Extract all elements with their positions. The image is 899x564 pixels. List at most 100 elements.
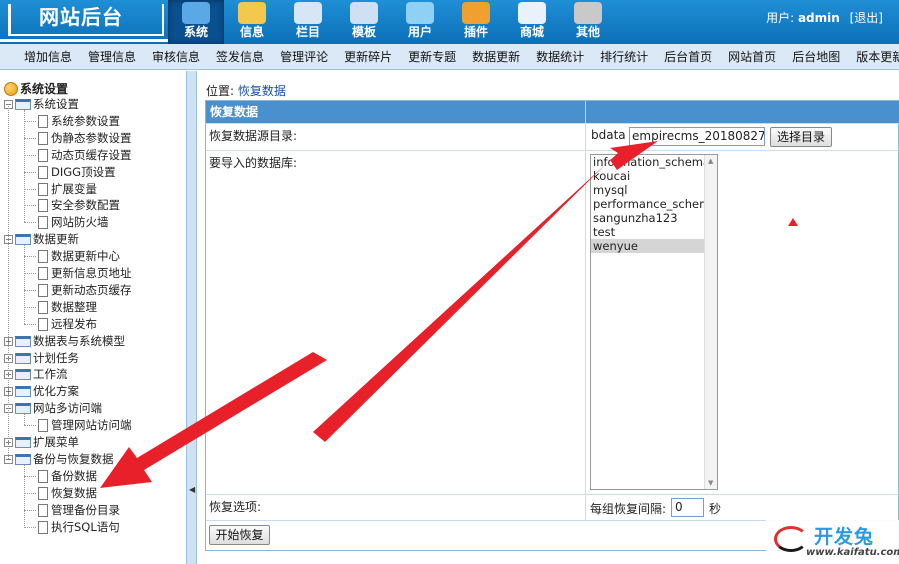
tree-node-23[interactable]: 恢复数据	[24, 485, 97, 502]
nav-tab-1[interactable]: 信息	[224, 0, 280, 44]
sidebar-splitter[interactable]: ◀	[186, 71, 197, 564]
nav-tab-6[interactable]: 商城	[504, 0, 560, 44]
tree-node-21[interactable]: − 备份与恢复数据	[4, 451, 114, 468]
tree-node-9[interactable]: 数据更新中心	[24, 248, 120, 265]
options-label: 恢复选项:	[209, 500, 262, 514]
nav-tab-2[interactable]: 栏目	[280, 0, 336, 44]
tree-node-8[interactable]: − 数据更新	[4, 231, 79, 248]
collapse-left-icon[interactable]: ◀	[189, 485, 195, 494]
tree-node-12[interactable]: 数据整理	[24, 299, 97, 316]
restore-panel: 恢复数据 恢复数据源目录: bdata / empirecms_20180827…	[205, 100, 899, 551]
watermark-title: 开发兔	[814, 526, 875, 548]
database-option[interactable]: koucai	[591, 169, 717, 183]
tree-node-label: 数据更新中心	[51, 249, 120, 264]
nav-tab-7[interactable]: 其他	[560, 0, 616, 44]
menu-item-4[interactable]: 管理评论	[274, 44, 334, 70]
tree-node-18[interactable]: − 网站多访问端	[4, 400, 102, 417]
nav-tab-label: 栏目	[295, 25, 320, 39]
user-info: 用户: admin [退出]	[766, 9, 883, 26]
database-option[interactable]: performance_schema	[591, 197, 717, 211]
nav-tab-label: 模板	[351, 25, 376, 39]
tree-connector	[24, 137, 36, 139]
tree-root[interactable]: 系统设置	[4, 80, 68, 97]
breadcrumb-link[interactable]: 恢复数据	[238, 84, 286, 98]
tree-node-7[interactable]: 网站防火墙	[24, 214, 109, 231]
menu-item-6[interactable]: 更新专题	[402, 44, 462, 70]
tree-node-label: 扩展菜单	[33, 435, 79, 449]
menu-item-11[interactable]: 网站首页	[722, 44, 782, 70]
tree-connector	[24, 222, 36, 224]
tree-node-0[interactable]: − 系统设置	[4, 96, 79, 113]
tree-node-15[interactable]: + 计划任务	[4, 350, 79, 367]
interval-input[interactable]: 0	[671, 498, 704, 517]
database-option[interactable]: wenyue	[591, 239, 717, 253]
tree-node-4[interactable]: DIGG顶设置	[24, 164, 116, 181]
tree-node-label: 数据表与系统模型	[33, 333, 125, 348]
choose-dir-button[interactable]: 选择目录	[770, 127, 832, 147]
scroll-up-icon[interactable]: ▲	[708, 157, 713, 165]
path-prefix: bdata /	[591, 128, 634, 142]
tree-connector	[24, 120, 36, 122]
menu-item-1[interactable]: 管理信息	[82, 44, 142, 70]
tree-connector	[24, 526, 36, 528]
menu-item-0[interactable]: 增加信息	[18, 44, 78, 70]
database-option[interactable]: sangunzha123	[591, 211, 717, 225]
nav-tab-5[interactable]: 插件	[448, 0, 504, 44]
tree-node-19[interactable]: 管理网站访问端	[24, 417, 132, 434]
tree-node-10[interactable]: 更新信息页地址	[24, 265, 132, 282]
tree-connector	[24, 205, 36, 207]
tree-node-label: 数据更新	[33, 232, 79, 247]
menu-item-9[interactable]: 排行统计	[594, 44, 654, 70]
nav-tab-3[interactable]: 模板	[336, 0, 392, 44]
menu-item-10[interactable]: 后台首页	[658, 44, 718, 70]
tree-node-11[interactable]: 更新动态页缓存	[24, 282, 132, 299]
tree-node-label: 执行SQL语句	[51, 519, 120, 534]
document-icon	[38, 283, 48, 297]
tree-node-label: 计划任务	[33, 350, 79, 365]
tree-node-16[interactable]: + 工作流	[4, 366, 68, 383]
tree-node-17[interactable]: + 优化方案	[4, 383, 79, 400]
tree-node-label: 恢复数据	[51, 485, 97, 500]
tree-node-22[interactable]: 备份数据	[24, 468, 97, 485]
database-option[interactable]: test	[591, 225, 717, 239]
tree-node-25[interactable]: 执行SQL语句	[24, 519, 120, 536]
tree-node-3[interactable]: 动态页缓存设置	[24, 147, 132, 164]
template-icon	[350, 2, 378, 24]
interval-label: 每组恢复间隔:	[590, 502, 667, 516]
tree-node-24[interactable]: 管理备份目录	[24, 502, 120, 519]
menu-item-3[interactable]: 签发信息	[210, 44, 270, 70]
tree-node-1[interactable]: 系统参数设置	[24, 113, 120, 130]
source-dir-input[interactable]: empirecms_20180827204	[629, 127, 765, 146]
menu-item-8[interactable]: 数据统计	[530, 44, 590, 70]
database-option[interactable]: mysql	[591, 183, 717, 197]
nav-tab-label: 系统	[183, 25, 208, 39]
menu-item-7[interactable]: 数据更新	[466, 44, 526, 70]
scroll-down-icon[interactable]: ▼	[708, 479, 713, 487]
breadcrumb: 位置: 恢复数据	[206, 82, 286, 99]
tree-node-label: 系统设置	[33, 97, 79, 111]
tree-node-14[interactable]: + 数据表与系统模型	[4, 333, 125, 350]
tree-root-connector	[8, 104, 9, 459]
tree-node-label: 动态页缓存设置	[51, 147, 132, 162]
menu-item-2[interactable]: 审核信息	[146, 44, 206, 70]
menu-item-5[interactable]: 更新碎片	[338, 44, 398, 70]
folder-icon	[15, 335, 31, 347]
nav-tab-0[interactable]: 系统	[168, 0, 224, 44]
database-option[interactable]: information_schema	[591, 155, 717, 169]
tree-node-20[interactable]: + 扩展菜单	[4, 434, 79, 451]
tree-connector	[24, 475, 36, 477]
menu-item-12[interactable]: 后台地图	[786, 44, 846, 70]
listbox-scrollbar[interactable]: ▲ ▼	[704, 155, 717, 489]
tree-node-5[interactable]: 扩展变量	[24, 181, 97, 198]
nav-tab-4[interactable]: 用户	[392, 0, 448, 44]
start-restore-button[interactable]: 开始恢复	[209, 525, 270, 545]
tree-node-6[interactable]: 安全参数配置	[24, 197, 120, 214]
document-icon	[38, 267, 48, 280]
tree-node-2[interactable]: 伪静态参数设置	[24, 130, 132, 147]
document-icon	[38, 182, 48, 196]
menu-item-13[interactable]: 版本更新	[850, 44, 899, 70]
database-listbox[interactable]: information_schema koucai mysql performance…	[590, 154, 718, 490]
logout-link[interactable]: [退出]	[850, 11, 883, 25]
settings-globe-icon	[4, 81, 18, 96]
tree-node-13[interactable]: 远程发布	[24, 316, 97, 333]
